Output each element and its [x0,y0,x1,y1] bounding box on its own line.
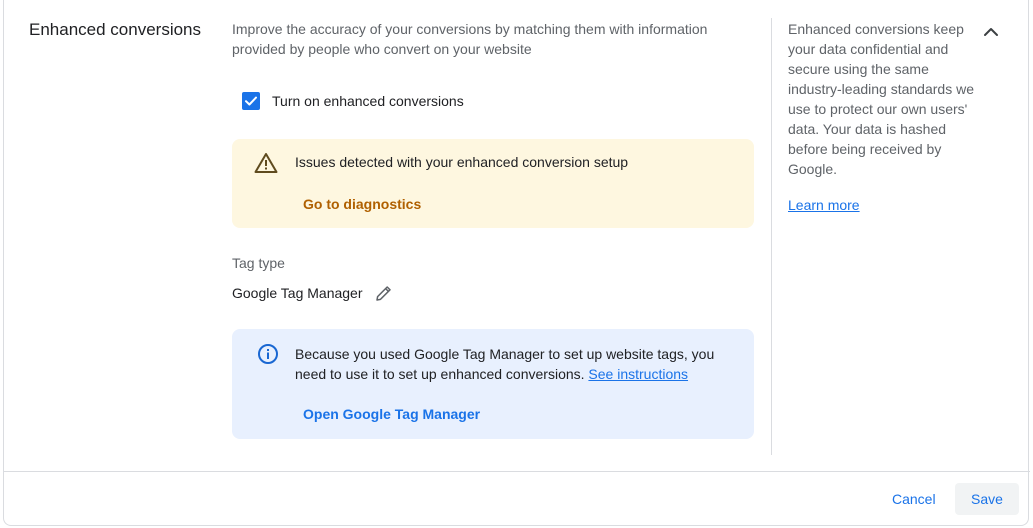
save-button[interactable]: Save [955,483,1019,515]
enhanced-conversions-checkbox-row[interactable]: Turn on enhanced conversions [242,92,464,110]
enhanced-conversions-card: Enhanced conversions Improve the accurac… [3,0,1030,526]
info-banner: Because you used Google Tag Manager to s… [232,329,754,439]
footer-divider [4,471,1030,472]
section-description: Improve the accuracy of your conversions… [232,21,708,57]
vertical-divider [771,18,772,455]
warning-message: Issues detected with your enhanced conve… [295,154,629,170]
tag-type-value: Google Tag Manager [232,285,363,301]
warning-banner: Issues detected with your enhanced conve… [232,139,754,228]
section-title: Enhanced conversions [29,20,202,39]
warning-triangle-icon [254,153,278,173]
cancel-button[interactable]: Cancel [880,483,948,515]
info-message: Because you used Google Tag Manager to s… [295,344,745,384]
open-google-tag-manager-link[interactable]: Open Google Tag Manager [303,406,480,422]
go-to-diagnostics-link[interactable]: Go to diagnostics [303,196,421,212]
edit-pencil-icon[interactable] [374,283,394,303]
enhanced-conversions-checkbox[interactable] [242,92,260,110]
learn-more-link[interactable]: Learn more [788,197,860,213]
chevron-up-icon[interactable] [979,20,1003,44]
side-help-text: Enhanced conversions keep your data conf… [788,21,974,177]
tag-type-label: Tag type [232,255,285,271]
checkmark-icon [245,96,257,106]
info-icon [258,344,278,364]
see-instructions-link[interactable]: See instructions [588,366,688,382]
checkbox-label: Turn on enhanced conversions [272,93,464,109]
